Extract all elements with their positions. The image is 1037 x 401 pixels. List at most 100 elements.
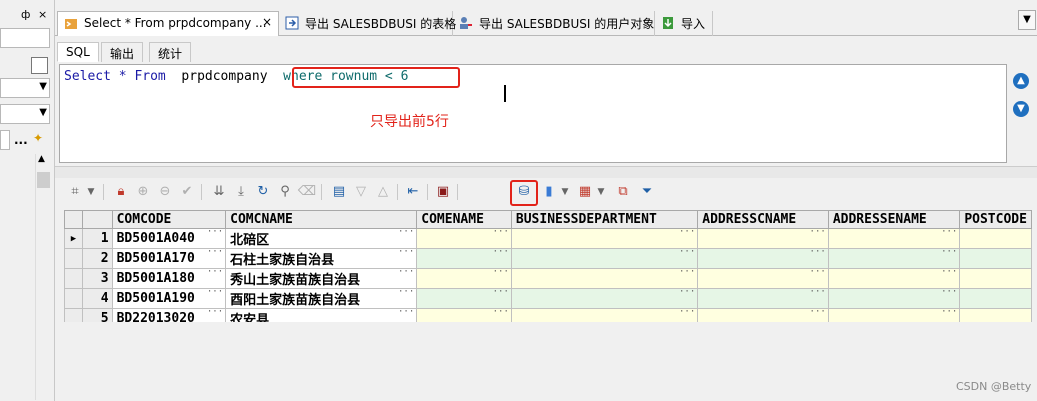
cell-comename[interactable]: ···: [416, 308, 512, 322]
compare-icon[interactable]: ⧉: [613, 182, 633, 202]
find-icon[interactable]: ⚲: [275, 182, 295, 202]
left-panel-checkbox[interactable]: [31, 57, 48, 74]
left-panel-input[interactable]: [0, 130, 10, 150]
sql-window-icon: [65, 19, 77, 29]
close-tab-icon[interactable]: ×: [262, 15, 272, 29]
cell-businessdepartment[interactable]: ···: [510, 228, 699, 249]
results-grid[interactable]: COMCODE COMCNAME COMENAME BUSINESSDEPART…: [64, 210, 1032, 322]
new-item-icon[interactable]: ✦: [33, 131, 43, 145]
table-row[interactable]: 3 BD5001A180 ··· 秀山土家族苗族自治县 ··· ··· ··· ··…: [64, 268, 1032, 289]
chevron-down-icon[interactable]: ▼: [595, 182, 607, 202]
column-header-businessdepartment[interactable]: BUSINESSDEPARTMENT: [510, 210, 699, 229]
cell-comcname[interactable]: 酉阳土家族苗族自治县 ···: [225, 288, 418, 309]
cell-businessdepartment[interactable]: ···: [510, 268, 699, 289]
table-row[interactable]: 5 BD22013020 ··· 农安县 ··· ··· ··· ··· ···: [64, 308, 1032, 322]
current-row-indicator-icon: ▶: [64, 228, 83, 249]
previous-record-icon[interactable]: △: [373, 182, 393, 202]
refresh-icon[interactable]: ↻: [253, 182, 273, 202]
cell-comename[interactable]: ···: [416, 248, 512, 269]
scroll-up-icon[interactable]: ▲: [38, 154, 45, 164]
fetch-last-icon[interactable]: ⤓: [231, 182, 251, 202]
cell-addresscname[interactable]: ···: [697, 288, 829, 309]
tab-export-user-objects[interactable]: 导出 SALESBDBUSI 的用户对象: [453, 11, 655, 36]
single-record-view-icon[interactable]: ▤: [329, 182, 349, 202]
column-header-comename[interactable]: COMENAME: [416, 210, 512, 229]
column-header-comcname[interactable]: COMCNAME: [225, 210, 418, 229]
cell-addresscname[interactable]: ···: [697, 268, 829, 289]
cell-comcname[interactable]: 农安县 ···: [225, 308, 418, 322]
fetch-next-icon[interactable]: ⇊: [209, 182, 229, 202]
left-panel-combo-1[interactable]: ▼: [0, 78, 50, 98]
cell-text: BD5001A040: [116, 231, 195, 246]
column-header-postcode[interactable]: POSTCODE: [959, 210, 1032, 229]
cell-comcname[interactable]: 北碚区 ···: [225, 228, 418, 249]
cell-postcode[interactable]: [959, 268, 1032, 289]
post-changes-icon[interactable]: ✔: [177, 182, 197, 202]
column-header-addresscname[interactable]: ADDRESSCNAME: [697, 210, 829, 229]
cell-comcode[interactable]: BD22013020 ···: [111, 308, 227, 322]
subtab-statistics[interactable]: 统计: [149, 42, 192, 62]
query-by-example-icon[interactable]: ⇤: [403, 182, 423, 202]
cell-comcode[interactable]: BD5001A190 ···: [111, 288, 227, 309]
table-row[interactable]: 4 BD5001A190 ··· 酉阳土家族苗族自治县 ··· ··· ··· ··…: [64, 288, 1032, 309]
cell-businessdepartment[interactable]: ···: [510, 288, 699, 309]
cell-addresscname[interactable]: ···: [697, 248, 829, 269]
subtab-output[interactable]: 输出: [101, 42, 144, 62]
sql-editor[interactable]: Select * From prpdcompany where rownum <…: [59, 64, 1007, 163]
scrollbar-thumb[interactable]: [37, 172, 50, 188]
cell-addressename[interactable]: ···: [827, 288, 961, 309]
close-icon[interactable]: ×: [38, 8, 47, 21]
insert-record-icon[interactable]: ⊕: [133, 182, 153, 202]
delete-record-icon[interactable]: ⊖: [155, 182, 175, 202]
cell-businessdepartment[interactable]: ···: [510, 308, 699, 322]
clear-icon[interactable]: ⌫: [297, 182, 317, 202]
tab-sql-window[interactable]: Select * From prpdcompany ... ×: [57, 11, 279, 36]
cell-postcode[interactable]: [959, 248, 1032, 269]
cell-comcode[interactable]: BD5001A170 ···: [111, 248, 227, 269]
previous-statement-icon[interactable]: ▲: [1013, 73, 1029, 89]
cell-postcode[interactable]: [959, 288, 1032, 309]
ellipsis-button[interactable]: ...: [14, 133, 28, 147]
save-icon[interactable]: ▣: [433, 182, 453, 202]
grid-table-icon[interactable]: ▦: [575, 182, 595, 202]
column-layout-icon[interactable]: ⌗: [65, 182, 85, 202]
tab-list-dropdown[interactable]: ▼: [1018, 10, 1036, 30]
table-row[interactable]: ▶ 1 BD5001A040 ··· 北碚区 ··· ··· ··· ··· ···: [64, 228, 1032, 249]
chevron-down-icon[interactable]: ▼: [85, 182, 97, 202]
column-header-addressename[interactable]: ADDRESSENAME: [827, 210, 961, 229]
column-header-comcode[interactable]: COMCODE: [111, 210, 227, 229]
subtab-sql[interactable]: SQL: [57, 42, 99, 62]
chevron-down-icon[interactable]: ▼: [559, 182, 571, 202]
cell-businessdepartment[interactable]: ···: [510, 248, 699, 269]
cell-addressename[interactable]: ···: [827, 228, 961, 249]
tab-export-tables[interactable]: 导出 SALESBDBUSI 的表格: [279, 11, 456, 36]
splitter[interactable]: [55, 166, 1037, 178]
cell-comcname[interactable]: 秀山土家族苗族自治县 ···: [225, 268, 418, 289]
table-row[interactable]: 2 BD5001A170 ··· 石柱土家族自治县 ··· ··· ··· ··· …: [64, 248, 1032, 269]
left-panel-field[interactable]: [0, 28, 50, 48]
lock-icon[interactable]: 🔒︎: [111, 182, 131, 202]
left-panel-scrollbar[interactable]: ▲: [35, 154, 50, 400]
filter-icon[interactable]: ⏷: [637, 182, 657, 202]
cell-addressename[interactable]: ···: [827, 268, 961, 289]
tab-label: 导出 SALESBDBUSI 的用户对象: [479, 17, 655, 31]
cell-comcname[interactable]: 石柱土家族自治县 ···: [225, 248, 418, 269]
cell-postcode[interactable]: [959, 228, 1032, 249]
cell-addressename[interactable]: ···: [827, 308, 961, 322]
indicator-header: [64, 210, 83, 229]
cell-comename[interactable]: ···: [416, 228, 512, 249]
cell-comcode[interactable]: BD5001A040 ···: [111, 228, 227, 249]
pin-icon[interactable]: ф: [21, 8, 30, 21]
next-statement-icon[interactable]: ▼: [1013, 101, 1029, 117]
cell-addresscname[interactable]: ···: [697, 308, 829, 322]
cell-postcode[interactable]: [959, 308, 1032, 322]
chart-icon[interactable]: ▮: [539, 182, 559, 202]
next-record-icon[interactable]: ▽: [351, 182, 371, 202]
cell-comcode[interactable]: BD5001A180 ···: [111, 268, 227, 289]
left-panel-combo-2[interactable]: ▼: [0, 104, 50, 124]
cell-addressename[interactable]: ···: [827, 248, 961, 269]
tab-import[interactable]: 导入: [655, 11, 713, 36]
cell-addresscname[interactable]: ···: [697, 228, 829, 249]
cell-comename[interactable]: ···: [416, 268, 512, 289]
cell-comename[interactable]: ···: [416, 288, 512, 309]
